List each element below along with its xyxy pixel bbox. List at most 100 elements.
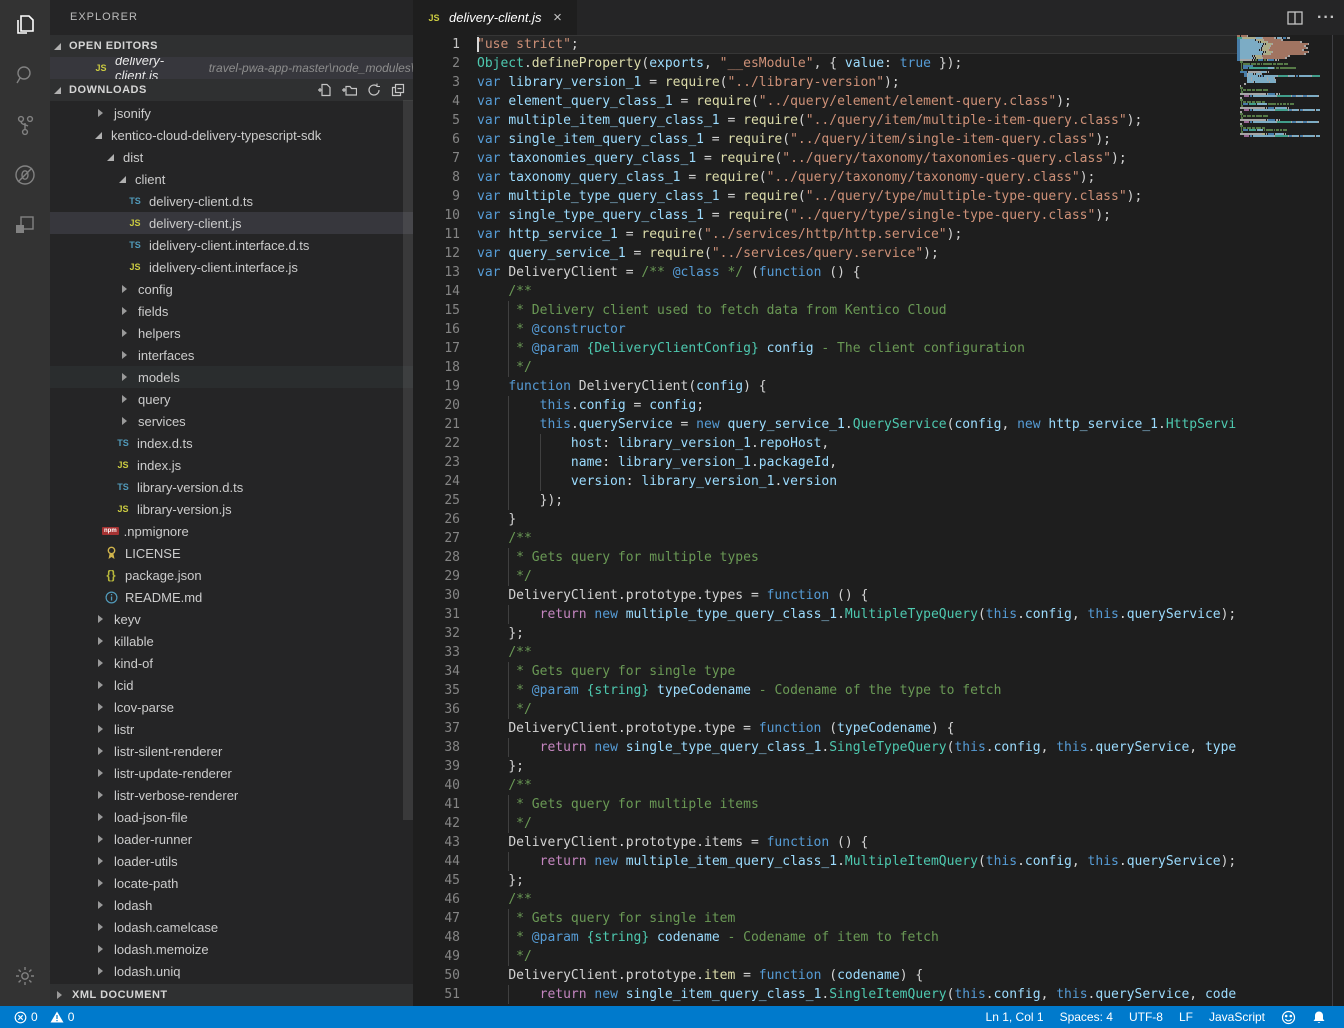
line-number[interactable]: 14 xyxy=(413,282,477,301)
code-line-43[interactable]: 43 DeliveryClient.prototype.items = func… xyxy=(413,833,1237,852)
line-number[interactable]: 33 xyxy=(413,643,477,662)
editor-scrollbar[interactable] xyxy=(1332,35,1344,1006)
tree-folder-interfaces[interactable]: interfaces xyxy=(50,344,413,366)
line-number[interactable]: 1 xyxy=(413,35,477,54)
tree-folder-kind-of[interactable]: kind-of xyxy=(50,652,413,674)
explorer-icon[interactable] xyxy=(0,0,50,50)
line-number[interactable]: 38 xyxy=(413,738,477,757)
line-number[interactable]: 5 xyxy=(413,111,477,130)
code-line-6[interactable]: 6var single_item_query_class_1 = require… xyxy=(413,130,1237,149)
tree-folder-lodash-camelcase[interactable]: lodash.camelcase xyxy=(50,916,413,938)
tree-folder-killable[interactable]: killable xyxy=(50,630,413,652)
line-number[interactable]: 7 xyxy=(413,149,477,168)
tree-folder-query[interactable]: query xyxy=(50,388,413,410)
tree-file-package-json[interactable]: {}package.json xyxy=(50,564,413,586)
tree-folder-loader-runner[interactable]: loader-runner xyxy=(50,828,413,850)
code-line-1[interactable]: 1"use strict"; xyxy=(413,35,1237,54)
code-editor[interactable]: 1"use strict";2Object.defineProperty(exp… xyxy=(413,35,1344,1006)
settings-gear-icon[interactable] xyxy=(0,951,50,1001)
tree-file-license[interactable]: LICENSE xyxy=(50,542,413,564)
line-number[interactable]: 50 xyxy=(413,966,477,985)
line-number[interactable]: 32 xyxy=(413,624,477,643)
tree-folder-dist[interactable]: dist xyxy=(50,146,413,168)
code-line-13[interactable]: 13var DeliveryClient = /** @class */ (fu… xyxy=(413,263,1237,282)
line-number[interactable]: 9 xyxy=(413,187,477,206)
line-number[interactable]: 23 xyxy=(413,453,477,472)
tree-folder-locate-path[interactable]: locate-path xyxy=(50,872,413,894)
tree-folder-listr-verbose-renderer[interactable]: listr-verbose-renderer xyxy=(50,784,413,806)
line-number[interactable]: 27 xyxy=(413,529,477,548)
code-line-24[interactable]: 24 version: library_version_1.version xyxy=(413,472,1237,491)
tree-folder-jsonify[interactable]: jsonify xyxy=(50,102,413,124)
code-line-17[interactable]: 17 * @param {DeliveryClientConfig} confi… xyxy=(413,339,1237,358)
line-number[interactable]: 47 xyxy=(413,909,477,928)
code-line-49[interactable]: 49 */ xyxy=(413,947,1237,966)
line-number[interactable]: 11 xyxy=(413,225,477,244)
collapse-all-icon[interactable] xyxy=(391,83,405,97)
line-number[interactable]: 45 xyxy=(413,871,477,890)
code-line-4[interactable]: 4var element_query_class_1 = require("..… xyxy=(413,92,1237,111)
code-line-20[interactable]: 20 this.config = config; xyxy=(413,396,1237,415)
open-editor-item[interactable]: JS delivery-client.js travel-pwa-app-mas… xyxy=(50,57,413,79)
code-line-41[interactable]: 41 * Gets query for multiple items xyxy=(413,795,1237,814)
source-control-icon[interactable] xyxy=(0,100,50,150)
tab-close-icon[interactable]: × xyxy=(549,9,565,26)
code-line-19[interactable]: 19 function DeliveryClient(config) { xyxy=(413,377,1237,396)
line-number[interactable]: 13 xyxy=(413,263,477,282)
line-number[interactable]: 20 xyxy=(413,396,477,415)
line-number[interactable]: 48 xyxy=(413,928,477,947)
code-line-32[interactable]: 32 }; xyxy=(413,624,1237,643)
line-number[interactable]: 16 xyxy=(413,320,477,339)
code-line-14[interactable]: 14 /** xyxy=(413,282,1237,301)
minimap[interactable] xyxy=(1237,35,1332,1006)
code-line-42[interactable]: 42 */ xyxy=(413,814,1237,833)
code-line-3[interactable]: 3var library_version_1 = require("../lib… xyxy=(413,73,1237,92)
code-line-34[interactable]: 34 * Gets query for single type xyxy=(413,662,1237,681)
tree-file-index-js[interactable]: JSindex.js xyxy=(50,454,413,476)
tree-folder-lodash-uniq[interactable]: lodash.uniq xyxy=(50,960,413,982)
line-number[interactable]: 28 xyxy=(413,548,477,567)
tree-file-idelivery-client-interface-d-ts[interactable]: TSidelivery-client.interface.d.ts xyxy=(50,234,413,256)
code-line-51[interactable]: 51 return new single_item_query_class_1.… xyxy=(413,985,1237,1004)
line-number[interactable]: 12 xyxy=(413,244,477,263)
line-number[interactable]: 36 xyxy=(413,700,477,719)
code-content[interactable]: 1"use strict";2Object.defineProperty(exp… xyxy=(413,35,1237,1006)
line-number[interactable]: 49 xyxy=(413,947,477,966)
line-number[interactable]: 41 xyxy=(413,795,477,814)
code-line-16[interactable]: 16 * @constructor xyxy=(413,320,1237,339)
code-line-39[interactable]: 39 }; xyxy=(413,757,1237,776)
line-number[interactable]: 44 xyxy=(413,852,477,871)
tree-folder-listr-silent-renderer[interactable]: listr-silent-renderer xyxy=(50,740,413,762)
more-actions-icon[interactable]: ··· xyxy=(1317,9,1336,27)
tree-folder-helpers[interactable]: helpers xyxy=(50,322,413,344)
tree-file-library-version-js[interactable]: JSlibrary-version.js xyxy=(50,498,413,520)
line-number[interactable]: 39 xyxy=(413,757,477,776)
code-line-18[interactable]: 18 */ xyxy=(413,358,1237,377)
tree-file-library-version-d-ts[interactable]: TSlibrary-version.d.ts xyxy=(50,476,413,498)
line-number[interactable]: 29 xyxy=(413,567,477,586)
tab-delivery-client-js[interactable]: JS delivery-client.js × xyxy=(413,0,577,35)
tree-folder-lcid[interactable]: lcid xyxy=(50,674,413,696)
line-number[interactable]: 18 xyxy=(413,358,477,377)
line-number[interactable]: 19 xyxy=(413,377,477,396)
status-item-lf[interactable]: LF xyxy=(1171,1006,1201,1028)
line-number[interactable]: 37 xyxy=(413,719,477,738)
code-line-35[interactable]: 35 * @param {string} typeCodename - Code… xyxy=(413,681,1237,700)
status-item-spaces-4[interactable]: Spaces: 4 xyxy=(1052,1006,1121,1028)
code-line-46[interactable]: 46 /** xyxy=(413,890,1237,909)
code-line-7[interactable]: 7var taxonomies_query_class_1 = require(… xyxy=(413,149,1237,168)
code-line-15[interactable]: 15 * Delivery client used to fetch data … xyxy=(413,301,1237,320)
status-item-ln-1-col-1[interactable]: Ln 1, Col 1 xyxy=(978,1006,1052,1028)
tree-file-idelivery-client-interface-js[interactable]: JSidelivery-client.interface.js xyxy=(50,256,413,278)
tree-folder-client[interactable]: client xyxy=(50,168,413,190)
line-number[interactable]: 51 xyxy=(413,985,477,1004)
code-line-31[interactable]: 31 return new multiple_type_query_class_… xyxy=(413,605,1237,624)
line-number[interactable]: 2 xyxy=(413,54,477,73)
line-number[interactable]: 43 xyxy=(413,833,477,852)
line-number[interactable]: 15 xyxy=(413,301,477,320)
tree-file-delivery-client-d-ts[interactable]: TSdelivery-client.d.ts xyxy=(50,190,413,212)
code-line-9[interactable]: 9var multiple_type_query_class_1 = requi… xyxy=(413,187,1237,206)
code-line-40[interactable]: 40 /** xyxy=(413,776,1237,795)
code-line-12[interactable]: 12var query_service_1 = require("../serv… xyxy=(413,244,1237,263)
line-number[interactable]: 26 xyxy=(413,510,477,529)
